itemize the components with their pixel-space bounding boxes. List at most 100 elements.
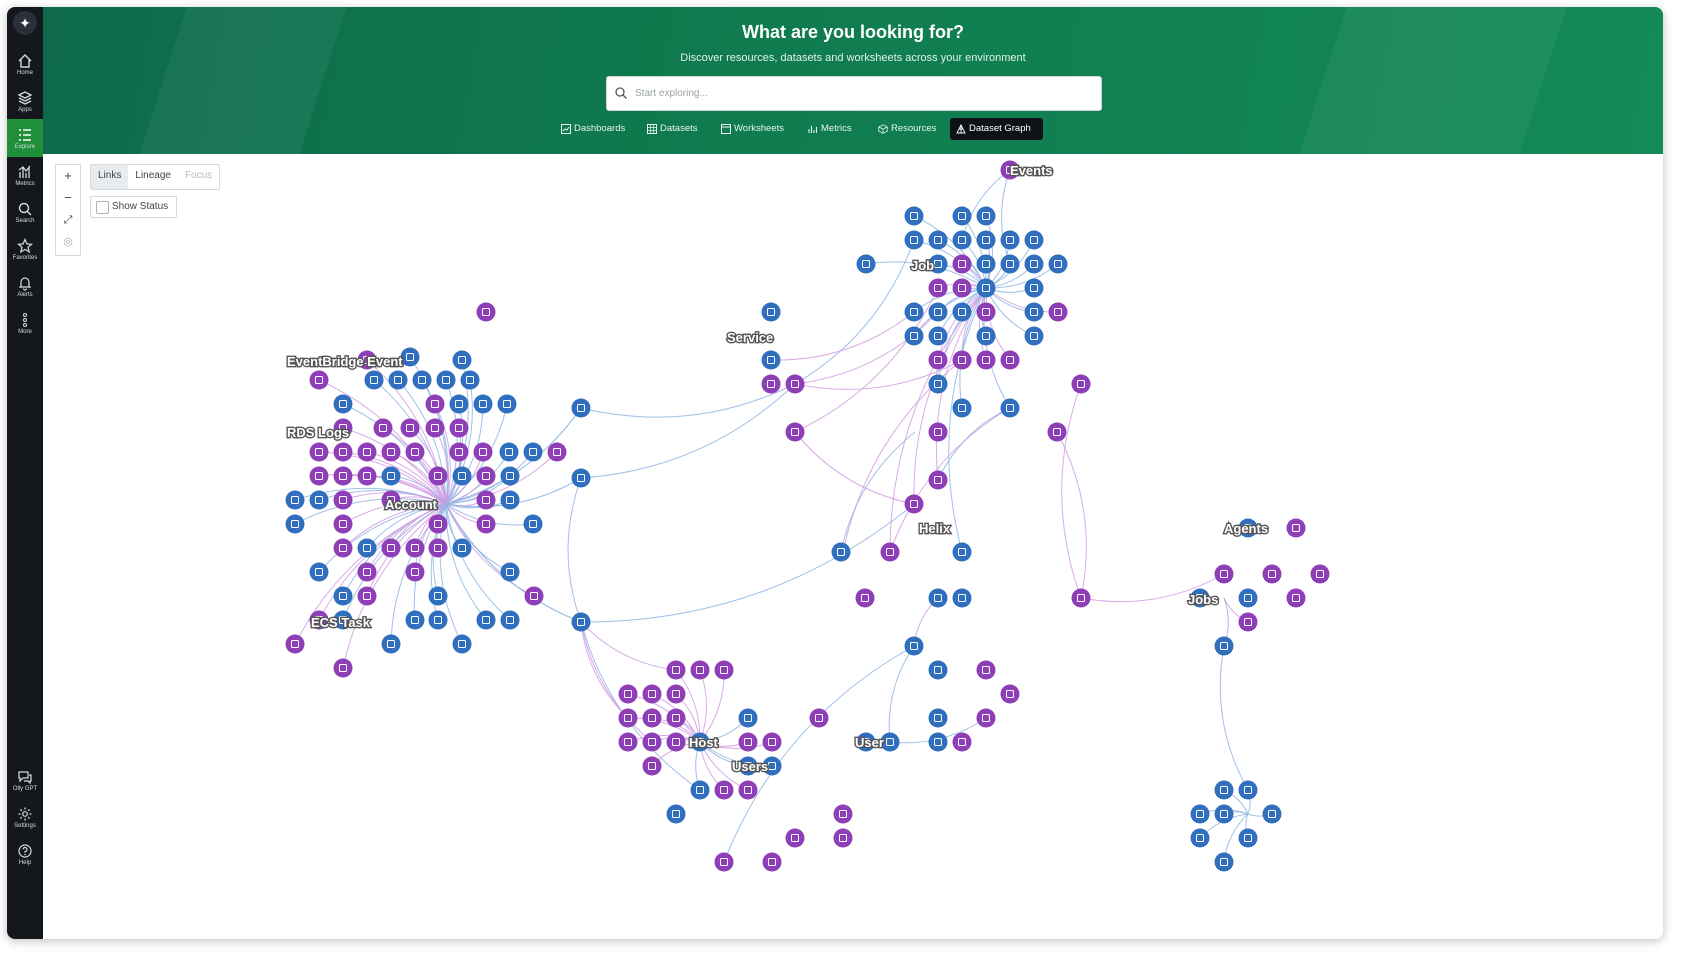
- dataset-node[interactable]: [425, 418, 445, 438]
- dataset-node[interactable]: [762, 732, 782, 752]
- dataset-node[interactable]: [405, 610, 425, 630]
- dataset-node[interactable]: [1286, 518, 1306, 538]
- sidebar-item-alerts[interactable]: Alerts: [7, 267, 43, 305]
- dataset-node[interactable]: [425, 394, 445, 414]
- sidebar-item-explore[interactable]: Explore: [7, 119, 43, 157]
- dataset-node[interactable]: [428, 514, 448, 534]
- dataset-node[interactable]: [449, 418, 469, 438]
- dataset-node[interactable]: [500, 562, 520, 582]
- dataset-node[interactable]: [571, 468, 591, 488]
- dataset-node[interactable]: [952, 206, 972, 226]
- dataset-node[interactable]: [309, 442, 329, 462]
- sidebar-item-settings[interactable]: Settings: [7, 798, 43, 836]
- dataset-node[interactable]: [473, 442, 493, 462]
- dataset-node[interactable]: [1262, 564, 1282, 584]
- dataset-node[interactable]: [690, 780, 710, 800]
- dataset-node[interactable]: [1024, 278, 1044, 298]
- dataset-node[interactable]: [449, 394, 469, 414]
- sidebar-item-metrics[interactable]: Metrics: [7, 156, 43, 194]
- dataset-node[interactable]: [833, 804, 853, 824]
- tab-metrics[interactable]: Metrics: [802, 118, 861, 140]
- dataset-node[interactable]: [1214, 804, 1234, 824]
- dataset-node[interactable]: [785, 374, 805, 394]
- dataset-node[interactable]: [762, 852, 782, 872]
- dataset-node[interactable]: [381, 442, 401, 462]
- dataset-node[interactable]: [666, 684, 686, 704]
- sidebar-item-help[interactable]: Help: [7, 835, 43, 873]
- dataset-node[interactable]: [976, 230, 996, 250]
- dataset-node[interactable]: [400, 418, 420, 438]
- dataset-node[interactable]: [856, 254, 876, 274]
- dataset-node[interactable]: [952, 302, 972, 322]
- dataset-node[interactable]: [1310, 564, 1330, 584]
- sidebar-item-olly-gpt[interactable]: Olly GPT: [7, 761, 43, 799]
- dataset-node[interactable]: [285, 490, 305, 510]
- mode-links[interactable]: Links: [91, 165, 129, 189]
- dataset-node[interactable]: [333, 538, 353, 558]
- dataset-node[interactable]: [547, 442, 567, 462]
- dataset-node[interactable]: [714, 780, 734, 800]
- dataset-node[interactable]: [1024, 326, 1044, 346]
- dataset-node[interactable]: [400, 347, 420, 367]
- dataset-node[interactable]: [364, 370, 384, 390]
- dataset-node[interactable]: [333, 490, 353, 510]
- sidebar-item-favorites[interactable]: Favorites: [7, 230, 43, 268]
- dataset-node[interactable]: [309, 370, 329, 390]
- dataset-node[interactable]: [436, 370, 456, 390]
- dataset-node[interactable]: [1048, 254, 1068, 274]
- dataset-node[interactable]: [357, 442, 377, 462]
- dataset-node[interactable]: [761, 302, 781, 322]
- dataset-node[interactable]: [952, 278, 972, 298]
- tab-resources[interactable]: Resources: [872, 118, 945, 140]
- zoom-out-button[interactable]: −: [56, 187, 80, 209]
- dataset-node[interactable]: [738, 708, 758, 728]
- dataset-node[interactable]: [928, 230, 948, 250]
- dataset-node[interactable]: [1000, 230, 1020, 250]
- search-input[interactable]: [633, 77, 1087, 110]
- dataset-node[interactable]: [666, 708, 686, 728]
- dataset-node[interactable]: [904, 206, 924, 226]
- dataset-node[interactable]: [642, 756, 662, 776]
- dataset-node[interactable]: [976, 278, 996, 298]
- dataset-node[interactable]: [333, 658, 353, 678]
- dataset-node[interactable]: [473, 394, 493, 414]
- dataset-node[interactable]: [571, 612, 591, 632]
- dataset-node[interactable]: [642, 684, 662, 704]
- dataset-node[interactable]: [1238, 612, 1258, 632]
- tab-worksheets[interactable]: Worksheets: [715, 118, 793, 140]
- dataset-node[interactable]: [428, 538, 448, 558]
- dataset-node[interactable]: [1214, 780, 1234, 800]
- dataset-node[interactable]: [499, 442, 519, 462]
- dataset-node[interactable]: [976, 302, 996, 322]
- tab-datasets[interactable]: Datasets: [641, 118, 707, 140]
- dataset-node[interactable]: [476, 514, 496, 534]
- dataset-node[interactable]: [976, 708, 996, 728]
- dataset-node[interactable]: [405, 538, 425, 558]
- dataset-node[interactable]: [928, 660, 948, 680]
- dataset-node[interactable]: [904, 326, 924, 346]
- dataset-node[interactable]: [738, 732, 758, 752]
- dataset-node[interactable]: [476, 466, 496, 486]
- sidebar-item-search[interactable]: Search: [7, 193, 43, 231]
- dataset-node[interactable]: [952, 542, 972, 562]
- dataset-node[interactable]: [928, 278, 948, 298]
- sidebar-item-more[interactable]: More: [7, 304, 43, 342]
- dataset-node[interactable]: [690, 660, 710, 680]
- dataset-node[interactable]: [1238, 588, 1258, 608]
- dataset-node[interactable]: [976, 206, 996, 226]
- dataset-node[interactable]: [952, 230, 972, 250]
- dataset-node[interactable]: [476, 490, 496, 510]
- dataset-node[interactable]: [1024, 302, 1044, 322]
- dataset-node[interactable]: [785, 422, 805, 442]
- dataset-node[interactable]: [1214, 564, 1234, 584]
- dataset-node[interactable]: [452, 634, 472, 654]
- dataset-node[interactable]: [373, 418, 393, 438]
- dataset-node[interactable]: [357, 586, 377, 606]
- dataset-node[interactable]: [1024, 230, 1044, 250]
- dataset-node[interactable]: [1000, 684, 1020, 704]
- dataset-node[interactable]: [333, 514, 353, 534]
- dataset-node[interactable]: [952, 398, 972, 418]
- show-status-toggle[interactable]: Show Status: [90, 196, 178, 218]
- dataset-node[interactable]: [809, 708, 829, 728]
- dataset-node[interactable]: [1000, 398, 1020, 418]
